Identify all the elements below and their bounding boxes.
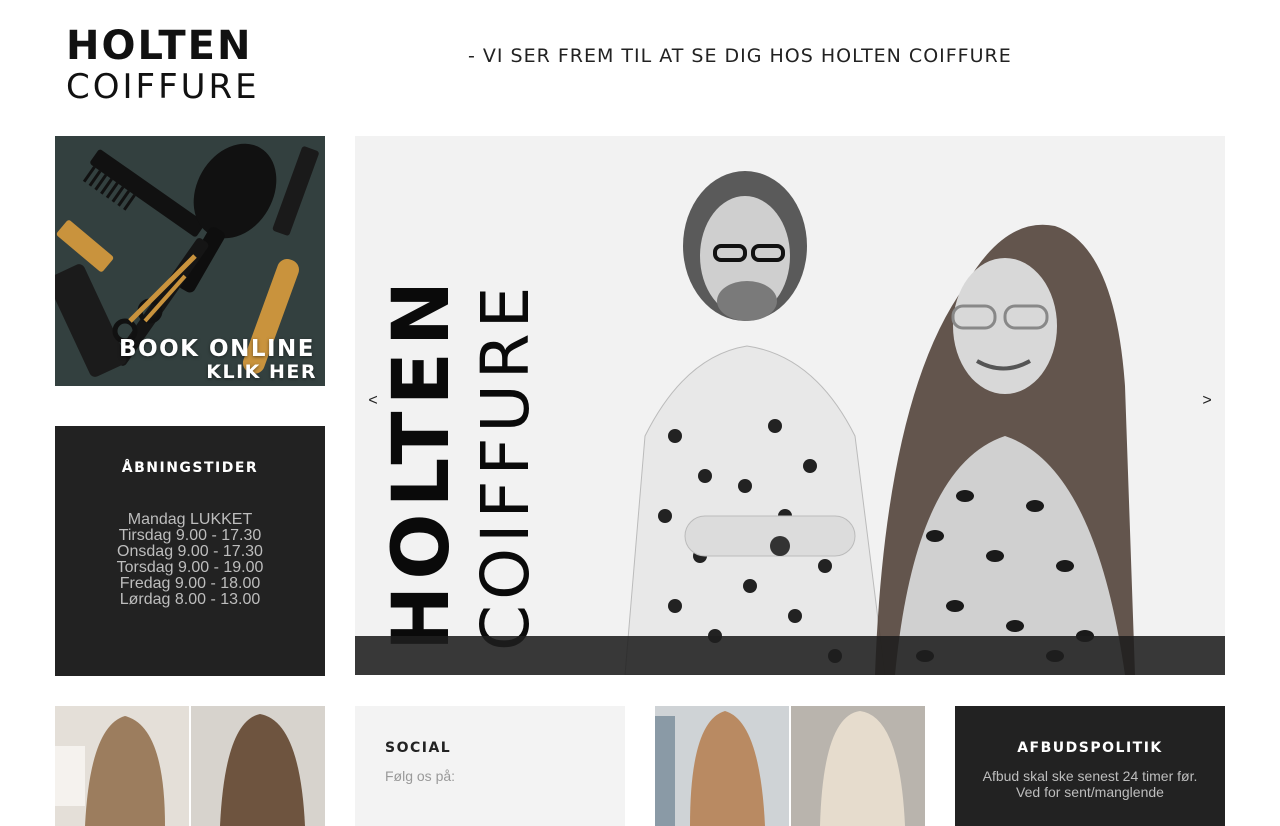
opening-hours-panel: ÅBNINGSTIDER Mandag LUKKET Tirsdag 9.00 … (55, 426, 325, 676)
hours-row: Torsdag 9.00 - 19.00 (116, 559, 264, 576)
logo-line-1: HOLTEN (66, 23, 253, 69)
hair-result-image-2[interactable] (655, 706, 925, 826)
policy-text: Afbud skal ske senest 24 timer før. Ved … (982, 768, 1198, 800)
hours-row: Onsdag 9.00 - 17.30 (117, 543, 263, 560)
social-panel: SOCIAL Følg os på: (355, 706, 625, 826)
book-online-tile[interactable]: BOOK ONLINE KLIK HER (55, 136, 325, 386)
social-title: SOCIAL (385, 740, 452, 756)
slide-text-holten: HOLTEN (377, 274, 467, 651)
logo-line-2: COIFFURE (66, 67, 260, 107)
policy-title: AFBUDSPOLITIK (1017, 740, 1163, 756)
cancellation-policy-panel: AFBUDSPOLITIK Afbud skal ske senest 24 t… (955, 706, 1225, 826)
slider-next-button[interactable]: > (1197, 392, 1217, 410)
slide-caption-bar (355, 636, 1225, 675)
hero-slider: HOLTEN COIFFURE < > (355, 136, 1225, 675)
book-online-title: BOOK ONLINE (119, 336, 315, 362)
before-after-photo (55, 706, 325, 826)
hours-row: Mandag LUKKET (127, 511, 253, 528)
opening-hours-title: ÅBNINGSTIDER (121, 460, 259, 476)
slider-prev-button[interactable]: < (363, 392, 383, 410)
before-after-photo (655, 706, 925, 826)
hours-row: Fredag 9.00 - 18.00 (119, 575, 261, 592)
hours-row: Lørdag 8.00 - 13.00 (119, 591, 261, 608)
hair-result-image-1[interactable] (55, 706, 325, 826)
social-follow-text: Følg os på: (385, 768, 456, 784)
slide-text-coiffure: COIFFURE (467, 281, 544, 651)
book-online-link[interactable]: KLIK HER (206, 361, 317, 383)
hours-row: Tirsdag 9.00 - 17.30 (118, 527, 262, 544)
opening-hours-list: Mandag LUKKET Tirsdag 9.00 - 17.30 Onsda… (55, 512, 325, 608)
header-tagline: - VI SER FREM TIL AT SE DIG HOS HOLTEN C… (468, 45, 1012, 67)
logo[interactable]: HOLTEN COIFFURE (66, 26, 286, 104)
